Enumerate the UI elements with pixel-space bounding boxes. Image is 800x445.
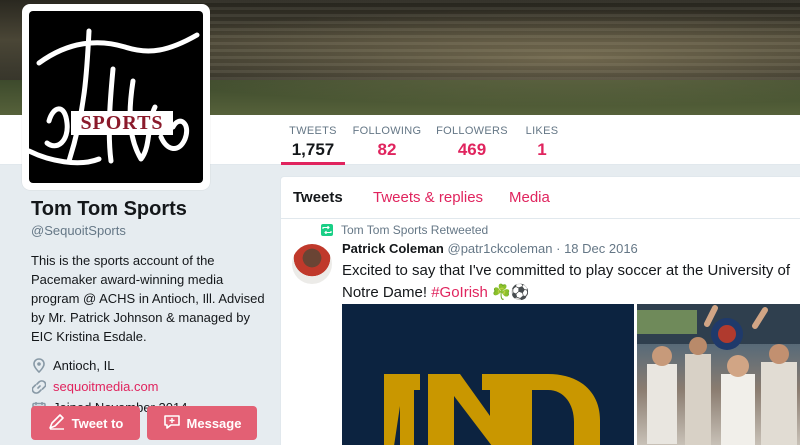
notre-dame-logo-icon [384,374,600,445]
signature-logo-icon [29,28,200,166]
stat-likes-value: 1 [537,140,547,159]
profile-handle[interactable]: @SequoitSports [31,223,266,238]
tweet-author-username[interactable]: @patr1ckcoleman [448,241,553,256]
tab-media[interactable]: Media [509,189,550,206]
retweet-icon [321,224,333,236]
avatar-logo: SPORTS [29,11,203,183]
stat-following[interactable]: FOLLOWING 82 [350,115,424,165]
link-icon [31,379,47,395]
stat-followers-value: 469 [457,140,487,159]
stat-tweets-label: TWEETS [289,125,337,137]
profile-website-link[interactable]: sequoitmedia.com [53,379,159,394]
message-label: Message [186,415,242,431]
tweet-header: Patrick Coleman @patr1ckcoleman · 18 Dec… [342,241,638,256]
tweet-body: Excited to say that I've committed to pl… [342,262,791,301]
tweet-text: Excited to say that I've committed to pl… [342,260,792,304]
retweet-context[interactable]: Tom Tom Sports Retweeted [321,223,488,237]
celebration-photo[interactable] [637,304,800,445]
stat-followers[interactable]: FOLLOWERS 469 [433,115,511,165]
timeline: Tweets Tweets & replies Media Tom Tom Sp… [280,176,800,445]
notre-dame-image[interactable] [342,304,634,445]
profile-location: Antioch, IL [31,355,266,376]
timeline-tabs: Tweets Tweets & replies Media [281,177,800,219]
stat-tweets-value: 1,757 [291,140,335,159]
stat-followers-label: FOLLOWERS [436,125,508,137]
tweet-author-name[interactable]: Patrick Coleman [342,241,444,256]
stat-following-label: FOLLOWING [352,125,422,137]
tweet-to-button[interactable]: Tweet to [31,406,140,440]
profile-website: sequoitmedia.com [31,376,266,397]
map-pin-icon [31,358,47,374]
stat-following-value: 82 [377,140,397,159]
tweet-author-avatar[interactable] [292,244,332,284]
tweet-media[interactable] [342,304,800,445]
tab-tweets-and-replies[interactable]: Tweets & replies [373,189,483,206]
tweet-emoji: ☘️⚽ [492,284,530,301]
tweet-separator: · [556,241,561,256]
avatar-sports-text: SPORTS [80,112,164,134]
profile-card: Tom Tom Sports @SequoitSports This is th… [31,198,266,418]
retweet-context-text: Tom Tom Sports Retweeted [341,223,489,237]
message-button[interactable]: Message [147,406,257,440]
profile-avatar[interactable]: SPORTS [22,4,210,190]
tab-tweets[interactable]: Tweets [293,189,343,206]
stat-likes-label: LIKES [525,125,559,137]
tweet-date[interactable]: 18 Dec 2016 [564,241,638,256]
message-icon [163,414,181,433]
profile-location-text: Antioch, IL [53,358,115,373]
stat-likes[interactable]: LIKES 1 [521,115,563,165]
tweet-to-label: Tweet to [71,415,124,431]
profile-name[interactable]: Tom Tom Sports [31,198,266,221]
tweet-hashtag[interactable]: #GoIrish [431,284,488,301]
stat-tweets[interactable]: TWEETS 1,757 [281,115,345,165]
celebration-photo-icon [637,304,800,445]
profile-bio: This is the sports account of the Pacema… [31,253,265,344]
compose-icon [48,413,66,433]
